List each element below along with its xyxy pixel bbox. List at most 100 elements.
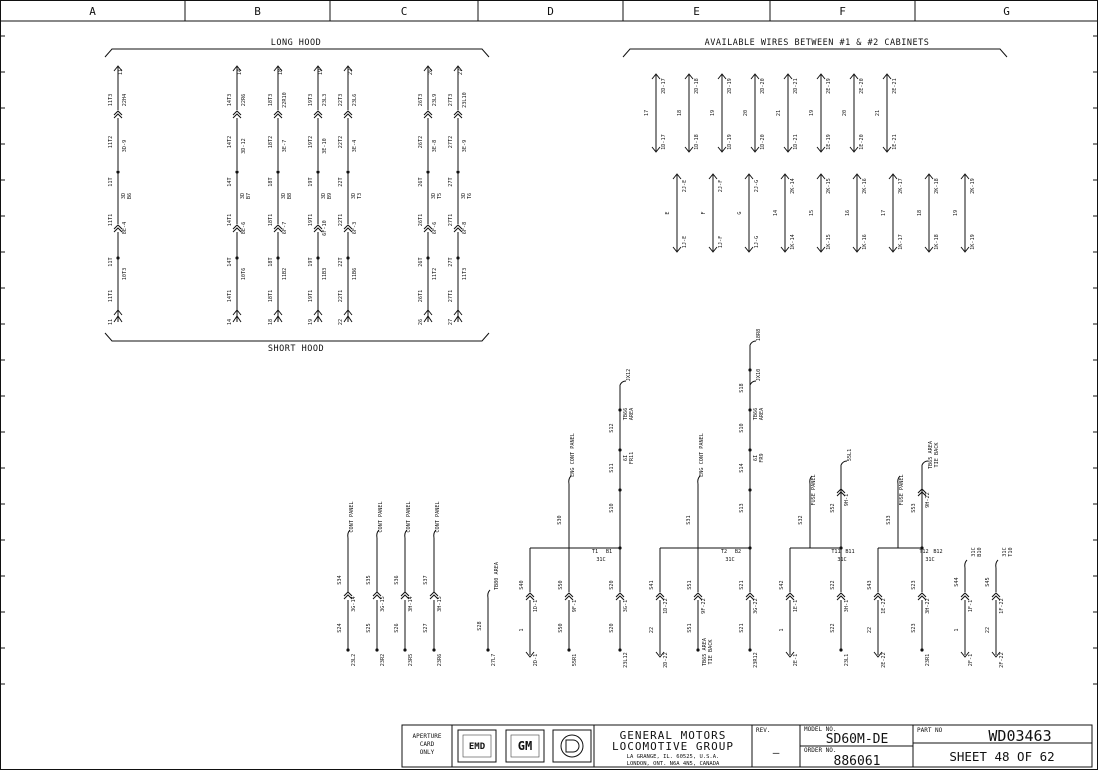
panel-label: FUSE PANEL xyxy=(811,474,817,505)
wire-end-top: 2K-19 xyxy=(970,178,976,194)
wire-label: S32 xyxy=(798,515,804,524)
wire-label: 22T1 xyxy=(338,214,344,227)
available-wire: 2E-20 1E-20 20 xyxy=(842,73,865,153)
end-label: 2E-1 xyxy=(793,654,799,667)
panel-label: ENG CONT PANEL xyxy=(570,433,576,477)
end-label: TIE BACK xyxy=(708,639,714,665)
terminal-label: B7 xyxy=(246,193,252,199)
wire-number: F xyxy=(701,211,707,214)
wire-number: 21 xyxy=(875,110,881,116)
junction-dot xyxy=(748,648,752,652)
wire-label: S40 xyxy=(519,580,525,589)
model-number: SD60M-DE xyxy=(826,732,889,747)
wire-label: 11T1 xyxy=(108,214,114,227)
wire-number: 19 xyxy=(809,110,815,116)
wire-end-bottom: 1K-15 xyxy=(826,234,832,250)
wire-label: 1 xyxy=(954,628,960,631)
wire-label: S13 xyxy=(739,503,745,512)
panel-label: CONT PANEL xyxy=(349,501,355,532)
connection-label: 6F-6 xyxy=(432,222,438,235)
wire-label: S50 xyxy=(558,580,564,589)
wire-label: 22T xyxy=(338,257,344,266)
wire-number-bottom: 18 xyxy=(268,319,274,325)
panel-hook xyxy=(964,559,968,569)
wire-label: 22 xyxy=(867,627,873,633)
available-wire: 2J-F 1J-F F xyxy=(701,173,724,253)
junction-dot xyxy=(486,648,490,652)
available-wire: 2K-14 1K-14 14 xyxy=(773,173,796,253)
plug-connector xyxy=(836,595,846,601)
connection-label: 9H-22 xyxy=(925,492,931,508)
wire-number: 17 xyxy=(881,210,887,216)
wire-label: S11 xyxy=(609,463,615,472)
wire-end-top: 2E-21 xyxy=(892,78,898,94)
wire-number: 14 xyxy=(773,210,779,216)
plug-connector xyxy=(113,227,123,233)
connection-label: 3G-22 xyxy=(753,598,759,614)
connection-label: 11B3 xyxy=(322,268,328,281)
wire-number: 20 xyxy=(743,110,749,116)
connection-label: 3G-14 xyxy=(351,596,357,612)
wire-number: 18 xyxy=(917,210,923,216)
wire-label: 26T xyxy=(418,177,424,186)
panel-label: CONT PANEL xyxy=(378,501,384,532)
wire-number: 21 xyxy=(776,110,782,116)
zone-label-b: B xyxy=(254,5,261,18)
order-label: ORDER NO. xyxy=(804,747,837,754)
connection-label: 9F-22 xyxy=(701,598,707,614)
zone-label-a: A xyxy=(89,5,96,18)
plug-connector xyxy=(615,595,625,601)
wire-label: 26T xyxy=(418,257,424,266)
wire-label: 26T1 xyxy=(418,290,424,303)
connection-label: 6F-7 xyxy=(282,222,288,235)
address-2: LONDON, ONT. N6A 4N5, CANADA xyxy=(627,761,720,767)
connection-label: 3E-4 xyxy=(352,140,358,153)
wire-end-top: 2E-20 xyxy=(859,78,865,94)
wire-label: S42 xyxy=(779,580,785,589)
wire-end-bottom: 1K-18 xyxy=(934,234,940,250)
wire-end-bottom: 1E-19 xyxy=(826,134,832,150)
wire-number: G xyxy=(737,211,743,214)
connection-label: 10T3 xyxy=(122,268,128,281)
wire-number-top: 26 xyxy=(428,69,434,75)
wire-label: 26T1 xyxy=(418,214,424,227)
long-hood-wire-11: 1111T3 22H411T2 3D-911T3D B611T18E-411T10T3… xyxy=(108,65,133,325)
connection-label: FR11 xyxy=(629,452,635,465)
connection-label: 6F-8 xyxy=(462,222,468,235)
connection-label: 10T6 xyxy=(241,268,247,281)
wire-label: 22T1 xyxy=(338,290,344,303)
wire-number-top: 11 xyxy=(118,69,124,75)
wire-label: 1 xyxy=(519,628,525,631)
wire-label: S27 xyxy=(423,623,429,632)
terminal-block: 31C xyxy=(925,557,934,563)
panel-label: CONT PANEL xyxy=(406,501,412,532)
zone-label-c: C xyxy=(401,5,408,18)
zone-label-e: E xyxy=(693,5,700,18)
plug-connector xyxy=(960,595,970,601)
available-wire: 2K-15 1K-15 15 xyxy=(809,173,832,253)
wire-label: S20 xyxy=(609,580,615,589)
connection-label: 11B2 xyxy=(282,268,288,281)
panel-label: TB80 AREA xyxy=(494,561,500,590)
plug-connector xyxy=(785,595,795,601)
connection-label: 3H-15 xyxy=(437,596,443,612)
wire-end-bottom: 1D-20 xyxy=(760,134,766,150)
branch-group-4: FUSE PANEL S33 T12 B12 31C S43 1E-22 22 2E-22 S23… xyxy=(867,440,943,668)
wire-label: S36 xyxy=(394,575,400,584)
end-label: 2F-22 xyxy=(999,652,1005,668)
locomotive-group-logo xyxy=(552,729,592,763)
wire-end-bottom: 1J-G xyxy=(754,236,760,249)
wire-label: 18T1 xyxy=(268,290,274,303)
part-number: WD03463 xyxy=(988,727,1051,745)
rev-value: — xyxy=(773,746,780,759)
wire-label: 22 xyxy=(649,627,655,633)
connection-label: 1E-1 xyxy=(793,600,799,613)
available-wire: 2J-G 1J-G G xyxy=(737,173,760,253)
wire-end-top: 2K-18 xyxy=(934,178,940,194)
wire-label: 14T3 xyxy=(227,94,233,107)
wire-label: S45 xyxy=(985,577,991,586)
wire-number: 16 xyxy=(845,210,851,216)
cont-panel-wire-s34: CONT PANEL S34 3G-14 S24 23L2 xyxy=(337,501,357,666)
wire-number: 19 xyxy=(953,210,959,216)
wire-label: 22T2 xyxy=(338,136,344,149)
